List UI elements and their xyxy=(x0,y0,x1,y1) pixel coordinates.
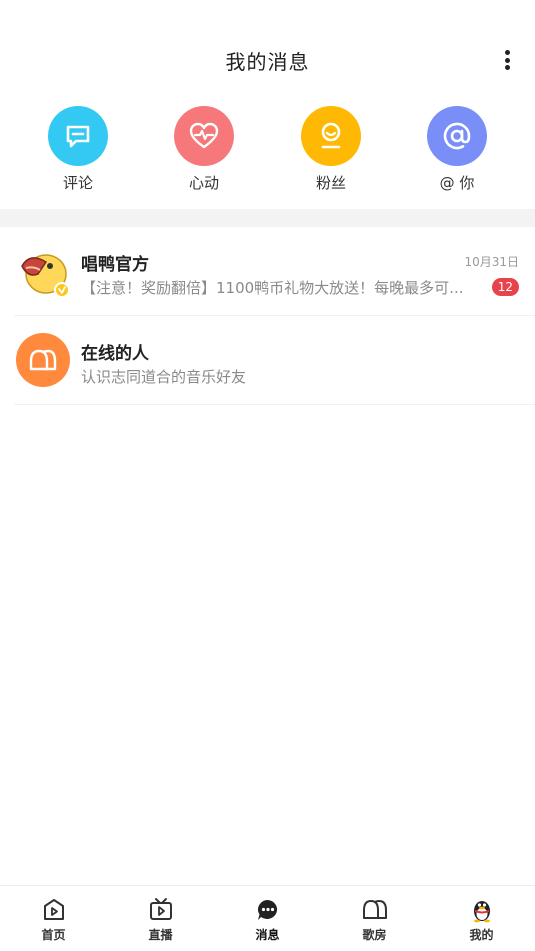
message-title: 唱鸭官方 xyxy=(81,255,149,275)
comment-icon xyxy=(48,106,108,166)
heart-pulse-icon xyxy=(174,106,234,166)
unread-badge: 12 xyxy=(491,278,519,296)
tab-label: 消息 xyxy=(255,928,280,942)
section-divider xyxy=(0,209,535,227)
category-row: 评论 心动 粉丝 @ 你 xyxy=(0,106,535,196)
messages-page: 我的消息 评论 心动 粉丝 @ 你 唱鸭官方 【注意！奖励翻倍】1100鸭币礼物… xyxy=(0,0,535,951)
more-dot-icon xyxy=(504,57,510,63)
tab-label: 直播 xyxy=(148,928,173,942)
fan-person-icon xyxy=(301,106,361,166)
more-dot-icon xyxy=(504,65,510,70)
page-title: 我的消息 xyxy=(225,50,310,74)
category-label: 粉丝 xyxy=(315,174,346,192)
home-play-icon xyxy=(40,896,68,924)
message-preview: 【注意！奖励翻倍】1100鸭币礼物大放送！每晚最多可... xyxy=(81,279,464,297)
list-item[interactable]: 唱鸭官方 【注意！奖励翻倍】1100鸭币礼物大放送！每晚最多可... 10月31… xyxy=(14,227,535,316)
category-comment[interactable]: 评论 xyxy=(33,106,123,196)
tab-label: 歌房 xyxy=(362,928,387,942)
category-label: @ 你 xyxy=(439,174,475,192)
more-dot-icon xyxy=(504,50,510,55)
message-time: 10月31日 xyxy=(464,255,519,269)
tab-live[interactable]: 直播 xyxy=(107,886,214,951)
chat-bubble-icon xyxy=(254,896,282,924)
category-label: 评论 xyxy=(62,174,93,192)
tab-song-room[interactable]: 歌房 xyxy=(321,886,428,951)
qq-penguin-icon xyxy=(468,896,496,924)
message-list: 唱鸭官方 【注意！奖励翻倍】1100鸭币礼物大放送！每晚最多可... 10月31… xyxy=(0,227,535,405)
people-group-icon xyxy=(16,333,70,387)
bottom-tab-bar: 首页 直播 消息 歌房 我的 xyxy=(0,885,535,951)
tab-label: 我的 xyxy=(469,928,494,942)
category-mention[interactable]: @ 你 xyxy=(412,106,502,196)
category-label: 心动 xyxy=(188,174,219,192)
tab-label: 首页 xyxy=(41,928,66,942)
official-duck-avatar xyxy=(16,244,70,298)
category-heart[interactable]: 心动 xyxy=(159,106,249,196)
category-fans[interactable]: 粉丝 xyxy=(286,106,376,196)
tab-mine[interactable]: 我的 xyxy=(428,886,535,951)
message-preview: 认识志同道合的音乐好友 xyxy=(81,368,247,386)
list-item[interactable]: 在线的人 认识志同道合的音乐好友 xyxy=(14,316,535,405)
tv-live-icon xyxy=(147,896,175,924)
more-options-button[interactable] xyxy=(497,48,517,72)
room-people-icon xyxy=(361,896,389,924)
tab-messages[interactable]: 消息 xyxy=(214,886,321,951)
header: 我的消息 xyxy=(0,0,535,96)
tab-home[interactable]: 首页 xyxy=(0,886,107,951)
message-title: 在线的人 xyxy=(81,344,149,364)
at-icon xyxy=(427,106,487,166)
